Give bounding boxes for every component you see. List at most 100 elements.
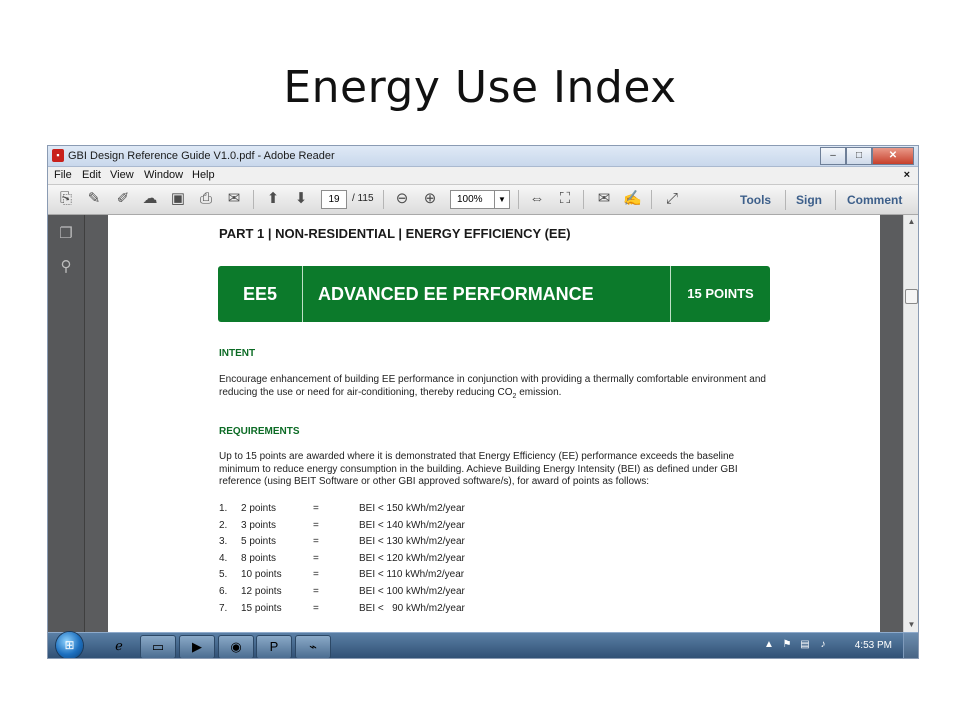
toolbar-separator <box>518 190 519 209</box>
scroll-down-icon[interactable]: ▼ <box>904 618 918 632</box>
action-center-icon[interactable]: ⚑ <box>780 638 794 652</box>
intent-paragraph: Encourage enhancement of building EE per… <box>219 374 775 403</box>
comment-button[interactable]: Comment <box>847 193 902 207</box>
item-equals: = <box>313 503 319 514</box>
attachments-icon[interactable]: ⚲ <box>57 258 75 276</box>
page-section-heading: PART 1 | NON-RESIDENTIAL | ENERGY EFFICI… <box>219 226 571 241</box>
toolbar: ⎘ ✎ ✐ ☁ ▣ ⎙ ✉ ⬆ ⬇ 19 / 115 ⊖ ⊕ 100% ▼ ⇔ … <box>48 185 918 215</box>
toolbar-separator <box>651 190 652 209</box>
toolbar-separator <box>583 190 584 209</box>
pdf-app-icon: ▪ <box>52 149 64 162</box>
zoom-select[interactable]: 100% ▼ <box>450 190 510 209</box>
email-icon[interactable]: ✉ <box>225 190 243 208</box>
item-points: 12 points <box>241 585 282 597</box>
item-points: 10 points <box>241 569 282 581</box>
network-icon[interactable]: ▤ <box>798 638 812 652</box>
item-bei: BEI < 100 kWh/m2/year <box>359 585 465 597</box>
requirements-heading: REQUIREMENTS <box>219 426 300 437</box>
system-tray: ▲ ⚑ ▤ ♪ 4:53 PM <box>758 633 918 658</box>
start-button[interactable]: ⊞ <box>56 632 83 658</box>
menu-help[interactable]: Help <box>192 169 215 181</box>
window-titlebar[interactable]: ▪ GBI Design Reference Guide V1.0.pdf - … <box>48 146 918 167</box>
powerpoint-icon[interactable]: P <box>256 635 292 658</box>
fit-page-icon[interactable]: ⛶ <box>556 190 574 208</box>
chevron-down-icon[interactable]: ▼ <box>494 191 509 208</box>
media-player-icon[interactable]: ▶ <box>179 635 215 658</box>
comment-icon[interactable]: ✉ <box>595 190 613 208</box>
item-points: 15 points <box>241 602 282 614</box>
intent-text-end: emission. <box>516 386 562 398</box>
sign-button[interactable]: Sign <box>796 193 822 207</box>
item-points: 8 points <box>241 552 277 564</box>
credit-points: 15 POINTS <box>670 266 770 322</box>
zoom-out-icon[interactable]: ⊖ <box>393 190 411 208</box>
menu-edit[interactable]: Edit <box>82 169 101 181</box>
file-explorer-icon[interactable]: ▭ <box>140 635 176 658</box>
page-thumbnails-icon[interactable]: ❐ <box>57 225 75 243</box>
close-document-icon[interactable]: × <box>904 169 910 181</box>
close-button[interactable]: ✕ <box>872 147 914 165</box>
credit-banner: EE5 ADVANCED EE PERFORMANCE 15 POINTS <box>218 266 770 322</box>
create-pdf-icon[interactable]: ⎘ <box>57 190 75 208</box>
tools-button[interactable]: Tools <box>740 193 771 207</box>
print-icon[interactable]: ⎙ <box>197 190 215 208</box>
credit-title: ADVANCED EE PERFORMANCE <box>318 284 594 304</box>
internet-explorer-icon[interactable]: ℯ <box>102 635 136 657</box>
intent-text: Encourage enhancement of building EE per… <box>219 374 766 398</box>
item-number: 6. <box>219 585 228 597</box>
highlight-icon[interactable]: ✍ <box>623 190 642 208</box>
restore-button[interactable]: □ <box>846 147 872 165</box>
edit-icon[interactable]: ✐ <box>114 190 132 208</box>
minimize-button[interactable]: – <box>820 147 846 165</box>
cloud-upload-icon[interactable]: ☁ <box>141 190 159 208</box>
toolbar-separator <box>835 190 836 210</box>
menu-view[interactable]: View <box>110 169 134 181</box>
adobe-reader-window: ▪ GBI Design Reference Guide V1.0.pdf - … <box>48 146 918 658</box>
fit-width-icon[interactable]: ⇔ <box>528 190 546 208</box>
intent-heading: INTENT <box>219 348 256 359</box>
item-equals: = <box>313 536 319 548</box>
zoom-value: 100% <box>457 194 483 205</box>
credit-code: EE5 <box>218 266 303 322</box>
document-area[interactable]: PART 1 | NON-RESIDENTIAL | ENERGY EFFICI… <box>85 215 903 632</box>
save-icon[interactable]: ▣ <box>169 190 187 208</box>
taskbar-clock[interactable]: 4:53 PM <box>855 640 892 651</box>
window-title: GBI Design Reference Guide V1.0.pdf - Ad… <box>68 150 335 162</box>
menu-file[interactable]: File <box>54 169 72 181</box>
item-points: 2 points <box>241 503 277 514</box>
previous-page-icon[interactable]: ⬆ <box>264 190 282 208</box>
next-page-icon[interactable]: ⬇ <box>292 190 310 208</box>
scroll-thumb[interactable] <box>905 289 918 304</box>
pdf-page: PART 1 | NON-RESIDENTIAL | ENERGY EFFICI… <box>108 215 880 632</box>
toolbar-separator <box>785 190 786 210</box>
item-number: 1. <box>219 503 228 514</box>
slide-title: Energy Use Index <box>283 62 677 113</box>
toolbar-separator <box>253 190 254 209</box>
item-number: 5. <box>219 569 228 581</box>
item-equals: = <box>313 585 319 597</box>
item-bei: BEI < 150 kWh/m2/year <box>359 503 465 514</box>
item-bei: BEI < 90 kWh/m2/year <box>359 602 465 614</box>
item-equals: = <box>313 569 319 581</box>
item-equals: = <box>313 602 319 614</box>
menu-window[interactable]: Window <box>144 169 183 181</box>
volume-icon[interactable]: ♪ <box>816 638 830 652</box>
item-equals: = <box>313 552 319 564</box>
item-number: 4. <box>219 552 228 564</box>
page-number-input[interactable]: 19 <box>321 190 347 209</box>
scroll-up-icon[interactable]: ▲ <box>904 215 918 229</box>
toolbar-separator <box>383 190 384 209</box>
fullscreen-icon[interactable]: ⤢ <box>663 190 681 208</box>
menu-bar: File Edit View Window Help × <box>48 167 918 185</box>
show-desktop-button[interactable] <box>903 633 918 658</box>
zoom-in-icon[interactable]: ⊕ <box>421 190 439 208</box>
window-controls: – □ ✕ <box>820 147 914 165</box>
taskbar: ⊞ ℯ ▭ ▶ ◉ P ⌁ ▲ ⚑ ▤ ♪ 4:53 PM <box>48 632 918 658</box>
vertical-scrollbar[interactable]: ▲ ▼ <box>903 215 918 632</box>
adobe-reader-taskbar-icon[interactable]: ⌁ <box>295 635 331 658</box>
create-pdf-dropdown-icon[interactable]: ✎ <box>85 190 103 208</box>
firefox-icon[interactable]: ◉ <box>218 635 254 658</box>
item-bei: BEI < 120 kWh/m2/year <box>359 552 465 564</box>
show-hidden-icons-icon[interactable]: ▲ <box>762 638 776 652</box>
navigation-panel: ❐ ⚲ <box>48 215 85 632</box>
